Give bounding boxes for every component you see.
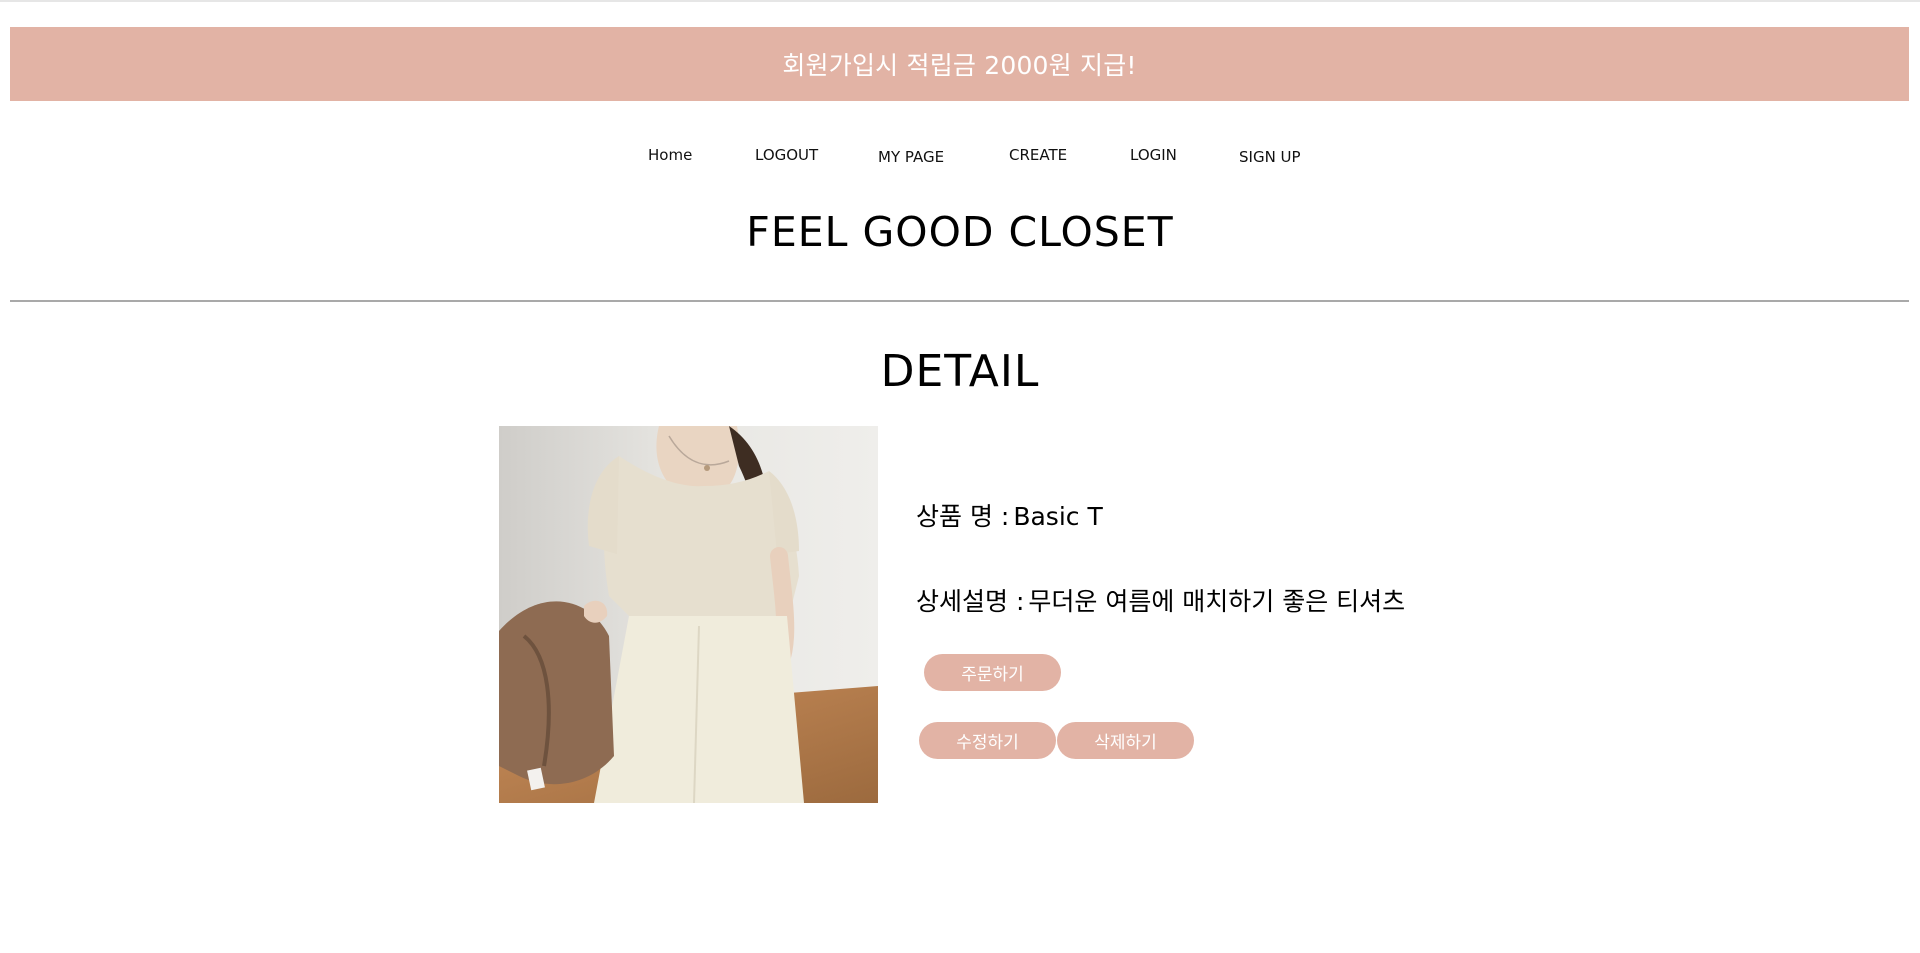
site-logo-title[interactable]: FEEL GOOD CLOSET	[0, 208, 1920, 256]
product-photo	[499, 426, 878, 803]
page-title: DETAIL	[880, 346, 1040, 397]
nav-create[interactable]: CREATE	[1009, 146, 1067, 164]
delete-button[interactable]: 삭제하기	[1057, 722, 1194, 759]
product-name: 상품 명 : Basic T	[916, 497, 1103, 533]
promo-banner: 회원가입시 적립금 2000원 지급!	[10, 27, 1909, 101]
product-description: 상세설명 : 무더운 여름에 매치하기 좋은 티셔츠	[916, 582, 1405, 618]
edit-button[interactable]: 수정하기	[919, 722, 1056, 759]
nav-login[interactable]: LOGIN	[1130, 146, 1177, 164]
product-description-label: 상세설명 :	[916, 587, 1025, 616]
nav-logout[interactable]: LOGOUT	[755, 146, 818, 164]
nav-sign-up[interactable]: SIGN UP	[1239, 148, 1301, 166]
order-button[interactable]: 주문하기	[924, 654, 1061, 691]
header-divider	[10, 300, 1909, 302]
nav-home[interactable]: Home	[648, 146, 692, 164]
nav-my-page[interactable]: MY PAGE	[878, 148, 944, 166]
main-nav: Home LOGOUT MY PAGE CREATE LOGIN SIGN UP	[0, 144, 1920, 170]
promo-banner-text: 회원가입시 적립금 2000원 지급!	[782, 51, 1137, 80]
top-border	[0, 0, 1920, 2]
product-name-value: Basic T	[1013, 502, 1103, 531]
product-name-label: 상품 명 :	[916, 502, 1010, 531]
product-description-value: 무더운 여름에 매치하기 좋은 티셔츠	[1028, 587, 1406, 616]
